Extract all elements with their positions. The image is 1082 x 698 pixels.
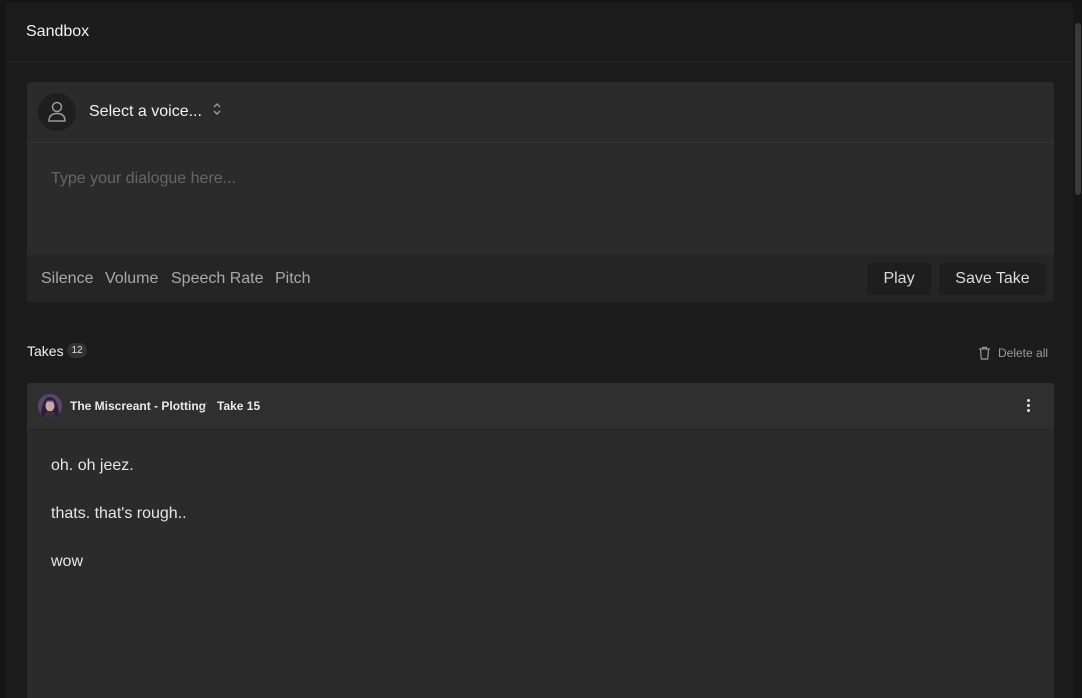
take-line: oh. oh jeez. xyxy=(51,457,134,474)
voice-avatar-image xyxy=(38,394,62,418)
voice-avatar xyxy=(38,93,76,131)
take-line: wow xyxy=(51,553,84,570)
take-card: The Miscreant - Plotting / Take 15 oh. o… xyxy=(27,383,1054,698)
dialogue-input[interactable] xyxy=(27,143,1054,255)
user-icon xyxy=(48,101,66,122)
chevron-up-down-icon xyxy=(212,102,222,121)
delete-all-button[interactable]: Delete all xyxy=(978,346,1048,360)
composer-card: Select a voice... Silence Volume Speech … xyxy=(27,82,1054,302)
take-line: thats. that's rough.. xyxy=(51,505,187,522)
tool-speech-rate[interactable]: Speech Rate xyxy=(171,270,264,288)
voice-selector-row: Select a voice... xyxy=(27,82,1054,143)
composer-toolbar: Silence Volume Speech Rate Pitch Play Sa… xyxy=(27,255,1054,302)
voice-select-label: Select a voice... xyxy=(89,102,202,120)
window-border-left xyxy=(0,0,6,698)
tool-volume[interactable]: Volume xyxy=(105,270,158,288)
trash-icon xyxy=(979,346,990,360)
take-header: The Miscreant - Plotting / Take 15 xyxy=(27,383,1054,430)
scrollbar-thumb[interactable] xyxy=(1075,23,1081,195)
breadcrumb-separator: / xyxy=(204,399,208,413)
tool-pitch[interactable]: Pitch xyxy=(275,270,311,288)
voice-select[interactable]: Select a voice... xyxy=(89,102,222,121)
delete-all-label: Delete all xyxy=(998,346,1049,360)
takes-count-badge: 12 xyxy=(67,343,87,358)
tool-silence[interactable]: Silence xyxy=(41,270,93,288)
page-title: Sandbox xyxy=(26,23,90,40)
save-take-button[interactable]: Save Take xyxy=(939,263,1046,295)
take-name: Take 15 xyxy=(217,399,261,413)
vertical-scrollbar[interactable] xyxy=(1073,3,1082,698)
page-header: Sandbox xyxy=(6,3,1072,62)
take-voice-name[interactable]: The Miscreant - Plotting xyxy=(70,399,206,413)
dialogue-area xyxy=(27,143,1054,255)
more-vertical-icon[interactable] xyxy=(1021,397,1037,415)
sandbox-page: Sandbox Select a voice... Type your dial… xyxy=(0,0,1082,698)
play-button[interactable]: Play xyxy=(867,263,931,295)
takes-heading: Takes xyxy=(27,343,64,359)
